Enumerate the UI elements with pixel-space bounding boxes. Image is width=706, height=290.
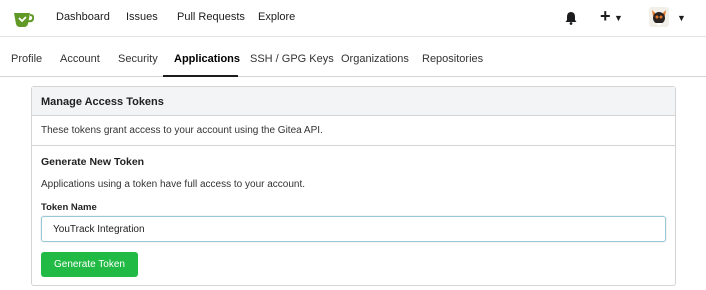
token-name-label: Token Name bbox=[41, 202, 97, 213]
tab-applications[interactable]: Applications bbox=[174, 53, 240, 65]
create-new-button[interactable]: + bbox=[600, 6, 611, 27]
caret-down-icon[interactable]: ▼ bbox=[614, 13, 623, 23]
panel-title: Manage Access Tokens bbox=[32, 87, 675, 116]
caret-down-icon[interactable]: ▼ bbox=[677, 13, 686, 23]
panel-description: These tokens grant access to your accoun… bbox=[32, 116, 675, 146]
bell-icon[interactable] bbox=[565, 11, 577, 25]
access-tokens-panel: Manage Access Tokens These tokens grant … bbox=[31, 86, 676, 286]
tab-security[interactable]: Security bbox=[118, 53, 158, 65]
tab-organizations[interactable]: Organizations bbox=[341, 53, 409, 65]
tab-profile[interactable]: Profile bbox=[11, 53, 42, 65]
tab-ssh-gpg-keys[interactable]: SSH / GPG Keys bbox=[250, 53, 334, 65]
tab-repositories[interactable]: Repositories bbox=[422, 53, 483, 65]
top-navbar: Dashboard Issues Pull Requests Explore +… bbox=[0, 0, 706, 37]
nav-pull-requests[interactable]: Pull Requests bbox=[177, 11, 245, 23]
generate-token-button[interactable]: Generate Token bbox=[41, 252, 138, 277]
settings-tabs: Profile Account Security Applications SS… bbox=[0, 37, 706, 77]
active-tab-indicator bbox=[163, 75, 238, 77]
token-name-input[interactable] bbox=[41, 216, 666, 242]
gitea-logo-icon[interactable] bbox=[12, 9, 34, 29]
nav-dashboard[interactable]: Dashboard bbox=[56, 11, 110, 23]
generate-token-description: Applications using a token have full acc… bbox=[41, 179, 306, 190]
generate-token-heading: Generate New Token bbox=[41, 156, 145, 168]
tab-account[interactable]: Account bbox=[60, 53, 100, 65]
nav-explore[interactable]: Explore bbox=[258, 11, 295, 23]
user-avatar[interactable] bbox=[649, 7, 669, 27]
nav-issues[interactable]: Issues bbox=[126, 11, 158, 23]
